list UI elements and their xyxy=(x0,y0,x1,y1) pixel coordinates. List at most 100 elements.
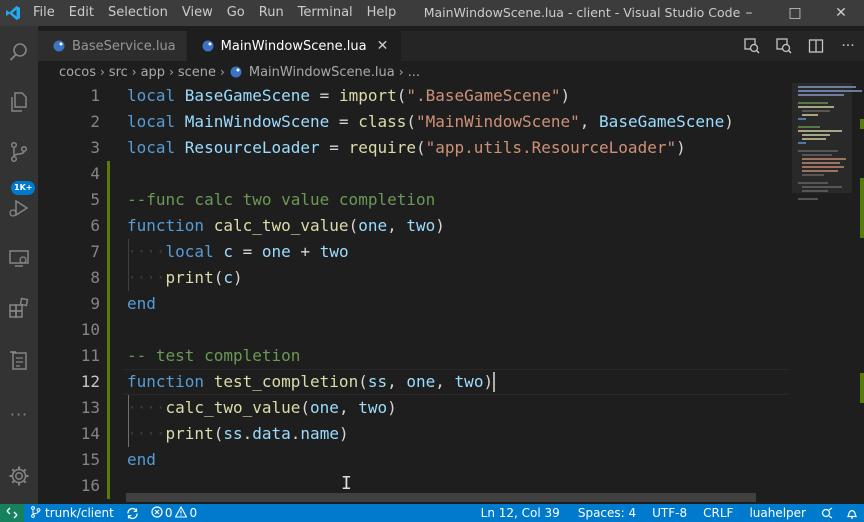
settings-gear-icon[interactable] xyxy=(0,456,38,496)
breadcrumb-item[interactable]: src xyxy=(109,65,128,80)
menu-edit[interactable]: Edit xyxy=(62,0,101,26)
code-token: ( xyxy=(416,138,426,157)
test-icon[interactable] xyxy=(0,340,38,380)
language-mode[interactable]: luahelper xyxy=(741,504,814,522)
remote-indicator-icon[interactable] xyxy=(0,504,24,522)
menu-go[interactable]: Go xyxy=(220,0,252,26)
code-token: two xyxy=(358,398,388,417)
code-token: , xyxy=(387,216,407,235)
code-token: require xyxy=(348,138,416,157)
menu-run[interactable]: Run xyxy=(252,0,291,26)
chevron-right-icon: › xyxy=(99,65,105,79)
code-line[interactable]: 13 ····calc_two_value(one, two) xyxy=(38,395,788,421)
lua-file-icon xyxy=(229,65,243,79)
open-changes-icon[interactable] xyxy=(768,31,800,61)
code-token: one xyxy=(406,372,436,391)
code-line[interactable]: 10 xyxy=(38,317,788,343)
close-tab-icon[interactable]: ✕ xyxy=(375,38,391,54)
tab-baseservice[interactable]: BaseService.lua xyxy=(38,31,187,61)
explorer-icon[interactable] xyxy=(0,82,38,122)
code-line[interactable]: 7 ····local c = one + two xyxy=(38,239,788,265)
code-line[interactable]: 8 ····print(c) xyxy=(38,265,788,291)
extensions-icon[interactable] xyxy=(0,288,38,328)
line-number: 6 xyxy=(90,216,100,235)
code-line[interactable]: 15 end xyxy=(38,447,788,473)
horizontal-scrollbar[interactable] xyxy=(126,493,756,502)
code-editor[interactable]: 1 local BaseGameScene = import(".BaseGame… xyxy=(38,83,788,504)
eol-status[interactable]: CRLF xyxy=(695,504,741,522)
scrollbar-change-marker xyxy=(860,178,864,238)
breadcrumb-item[interactable]: ... xyxy=(408,65,420,80)
feedback-icon[interactable] xyxy=(814,504,840,522)
line-number: 11 xyxy=(80,346,100,365)
code-token: c xyxy=(223,242,233,261)
code-token: ···· xyxy=(127,242,166,261)
code-line[interactable]: 6 function calc_two_value(one, two) xyxy=(38,213,788,239)
code-token: local xyxy=(127,86,185,105)
problems-status[interactable]: 0 0 xyxy=(145,504,203,522)
menu-bar: File Edit Selection View Go Run Terminal… xyxy=(26,0,403,26)
line-number: 15 xyxy=(80,450,100,469)
menu-selection[interactable]: Selection xyxy=(101,0,175,26)
minimize-button[interactable]: – xyxy=(726,0,772,26)
code-token: MainWindowScene xyxy=(184,112,330,131)
more-actions-icon[interactable]: ··· xyxy=(832,31,864,61)
chevron-right-icon: › xyxy=(398,65,404,79)
code-token: print xyxy=(165,424,214,443)
code-token: ) xyxy=(560,86,571,105)
close-window-button[interactable]: ✕ xyxy=(818,0,864,26)
code-token: , xyxy=(387,372,407,391)
compare-changes-icon[interactable] xyxy=(736,31,768,61)
more-icon[interactable]: ··· xyxy=(0,394,38,434)
tab-mainwindowscene[interactable]: MainWindowScene.lua ✕ xyxy=(186,31,402,61)
code-line[interactable]: 1 local BaseGameScene = import(".BaseGame… xyxy=(38,83,788,109)
code-token: ) xyxy=(387,398,397,417)
code-token: ) xyxy=(724,112,734,131)
code-line[interactable]: 11 -- test completion xyxy=(38,343,788,369)
notifications-bell-icon[interactable] xyxy=(840,504,864,522)
window-controls: – □ ✕ xyxy=(726,0,864,26)
scrollbar-change-marker xyxy=(860,119,864,129)
code-token: ) xyxy=(483,372,494,391)
menu-file[interactable]: File xyxy=(26,0,62,26)
maximize-button[interactable]: □ xyxy=(772,0,818,26)
encoding-status[interactable]: UTF-8 xyxy=(644,504,695,522)
breadcrumb-item[interactable]: scene xyxy=(178,65,216,80)
code-line[interactable]: 5 --func calc two value completion xyxy=(38,187,788,213)
breadcrumb-item[interactable]: MainWindowScene.lua xyxy=(249,65,395,80)
code-token: "MainWindowScene" xyxy=(416,112,580,131)
line-number: 14 xyxy=(80,424,100,443)
remote-explorer-icon[interactable] xyxy=(0,238,38,278)
code-token: calc_two_value xyxy=(165,398,301,417)
breadcrumb-item[interactable]: app xyxy=(141,65,165,80)
code-line[interactable]: 9 end xyxy=(38,291,788,317)
code-token: , xyxy=(338,398,359,417)
code-token: = xyxy=(319,138,349,157)
split-editor-icon[interactable] xyxy=(800,31,832,61)
status-bar: trunk/client 0 0 Ln 12, Col 39 Spaces: 4… xyxy=(0,504,864,522)
code-line[interactable]: 4 xyxy=(38,161,788,187)
search-icon[interactable] xyxy=(0,32,38,72)
code-line[interactable]: 2 local MainWindowScene = class("MainWind… xyxy=(38,109,788,135)
minimap[interactable] xyxy=(788,61,864,504)
code-token: . xyxy=(242,424,253,443)
cursor-position[interactable]: Ln 12, Col 39 xyxy=(471,504,570,522)
breadcrumb-item[interactable]: cocos xyxy=(59,65,96,80)
menu-help[interactable]: Help xyxy=(360,0,404,26)
code-token: ) xyxy=(338,424,349,443)
sync-icon[interactable] xyxy=(120,504,145,522)
code-line[interactable]: 14 ····print(ss.data.name) xyxy=(38,421,788,447)
code-line[interactable]: 12 function test_completion(ss, one, two) xyxy=(38,369,788,395)
code-text: --func calc two value completion xyxy=(127,187,435,213)
run-debug-icon[interactable] xyxy=(0,188,38,228)
code-token: two xyxy=(406,216,436,235)
source-control-icon[interactable] xyxy=(0,132,38,172)
indentation-status[interactable]: Spaces: 4 xyxy=(570,504,644,522)
menu-view[interactable]: View xyxy=(175,0,220,26)
code-token: = xyxy=(232,242,262,261)
code-line[interactable]: 3 local ResourceLoader = require("app.uti… xyxy=(38,135,788,161)
branch-status[interactable]: trunk/client xyxy=(24,504,120,522)
menu-terminal[interactable]: Terminal xyxy=(291,0,360,26)
code-token: end xyxy=(127,450,156,469)
code-token: + xyxy=(290,242,320,261)
